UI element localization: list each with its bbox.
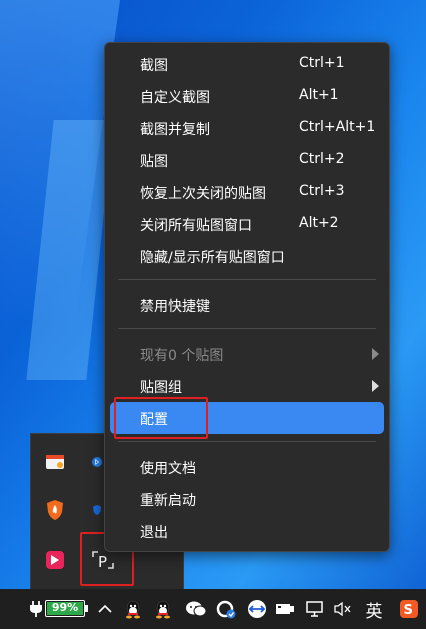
menu-separator bbox=[118, 279, 376, 280]
menu-item-label: 隐藏/显示所有贴图窗口 bbox=[140, 250, 285, 266]
battery-percent: 99% bbox=[51, 601, 79, 614]
menu-item-label: 禁用快捷键 bbox=[140, 299, 210, 315]
remote-desktop-icon[interactable] bbox=[244, 589, 270, 629]
menu-item-label: 贴图组 bbox=[140, 380, 182, 396]
menu-item-label: 退出 bbox=[140, 525, 168, 541]
qq-penguin-icon-2[interactable] bbox=[152, 589, 174, 629]
menu-item-shortcut: Ctrl+3 bbox=[299, 183, 345, 199]
menu-item-label: 截图并复制 bbox=[140, 122, 210, 138]
menu-item-restore-last-paste[interactable]: 恢复上次关闭的贴图 Ctrl+3 bbox=[105, 176, 389, 208]
qq-penguin-icon[interactable] bbox=[122, 589, 144, 629]
menu-item-label: 自定义截图 bbox=[140, 90, 210, 106]
menu-item-shortcut: Ctrl+Alt+1 bbox=[299, 119, 376, 135]
menu-item-paste-count[interactable]: 现有0 个贴图 bbox=[105, 338, 389, 370]
submenu-arrow-icon bbox=[372, 380, 379, 392]
sync-app-icon[interactable] bbox=[214, 589, 238, 629]
menu-item-screenshot-copy[interactable]: 截图并复制 Ctrl+Alt+1 bbox=[105, 112, 389, 144]
battery-indicator[interactable]: 99% bbox=[45, 600, 85, 617]
menu-item-label: 关闭所有贴图窗口 bbox=[140, 218, 252, 234]
sogou-input-icon[interactable]: S bbox=[396, 589, 422, 629]
submenu-arrow-icon bbox=[372, 348, 379, 360]
menu-item-restart[interactable]: 重新启动 bbox=[105, 483, 389, 515]
menu-separator bbox=[118, 441, 376, 442]
menu-item-screenshot[interactable]: 截图 Ctrl+1 bbox=[105, 48, 389, 80]
menu-item-disable-hotkeys[interactable]: 禁用快捷键 bbox=[105, 289, 389, 321]
menu-item-paste[interactable]: 贴图 Ctrl+2 bbox=[105, 144, 389, 176]
menu-item-custom-screenshot[interactable]: 自定义截图 Alt+1 bbox=[105, 80, 389, 112]
menu-item-label: 现有0 个贴图 bbox=[140, 348, 224, 364]
menu-item-label: 使用文档 bbox=[140, 461, 196, 477]
annotation-box-preferences bbox=[114, 397, 208, 439]
defender-icon[interactable] bbox=[91, 498, 103, 522]
bluetooth-icon[interactable] bbox=[91, 450, 103, 474]
menu-item-label: 恢复上次关闭的贴图 bbox=[140, 186, 266, 202]
browser-app-icon[interactable] bbox=[43, 450, 67, 474]
svg-text:S: S bbox=[404, 603, 413, 618]
menu-item-documentation[interactable]: 使用文档 bbox=[105, 451, 389, 483]
menu-item-shortcut: Alt+1 bbox=[299, 87, 339, 103]
menu-item-label: 贴图 bbox=[140, 154, 168, 170]
menu-item-label: 重新启动 bbox=[140, 493, 196, 509]
network-icon[interactable] bbox=[304, 589, 326, 629]
red-app-icon[interactable] bbox=[43, 548, 67, 572]
menu-item-toggle-all-pastes[interactable]: 隐藏/显示所有贴图窗口 bbox=[105, 240, 389, 272]
taskbar: 99% 英 S bbox=[0, 589, 426, 629]
shield-security-icon[interactable] bbox=[43, 498, 67, 522]
menu-item-exit[interactable]: 退出 bbox=[105, 515, 389, 547]
power-plug-icon[interactable] bbox=[28, 589, 44, 629]
menu-item-close-all-pastes[interactable]: 关闭所有贴图窗口 Alt+2 bbox=[105, 208, 389, 240]
battery-tip bbox=[85, 605, 88, 612]
wechat-icon[interactable] bbox=[184, 589, 208, 629]
ime-language-indicator[interactable]: 英 bbox=[360, 589, 388, 629]
volume-muted-icon[interactable] bbox=[332, 589, 354, 629]
menu-item-label: 截图 bbox=[140, 58, 168, 74]
menu-item-shortcut: Ctrl+2 bbox=[299, 151, 345, 167]
usb-drive-icon[interactable] bbox=[274, 589, 296, 629]
context-menu: 截图 Ctrl+1 自定义截图 Alt+1 截图并复制 Ctrl+Alt+1 贴… bbox=[104, 42, 390, 552]
menu-separator bbox=[118, 328, 376, 329]
menu-item-shortcut: Ctrl+1 bbox=[299, 55, 345, 71]
chevron-up-icon[interactable] bbox=[96, 589, 114, 629]
menu-item-shortcut: Alt+2 bbox=[299, 215, 339, 231]
